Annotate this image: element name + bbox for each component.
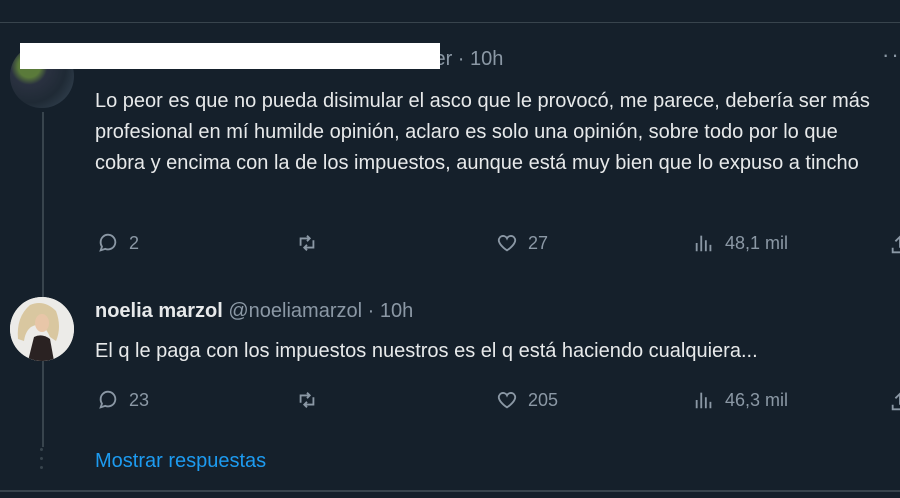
views-button[interactable]: 46,3 mil [693,389,788,411]
more-options-icon[interactable]: ··· [882,42,900,68]
heart-icon [497,392,517,409]
reply-count: 2 [129,232,140,253]
views-icon [695,392,712,409]
retweet-button[interactable] [296,389,328,411]
share-icon[interactable] [889,234,900,256]
reply-count: 23 [129,389,150,410]
views-count: 48,1 mil [725,232,789,253]
like-button[interactable]: 205 [496,389,558,411]
show-replies-link[interactable]: Mostrar respuestas [95,450,266,473]
views-icon [695,235,712,252]
heart-icon [497,235,517,252]
retweet-button[interactable] [296,232,328,254]
like-count: 205 [528,389,559,410]
share-icon[interactable] [889,391,900,413]
handle[interactable]: @noeliamarzol [228,300,362,322]
reply-icon [99,390,117,409]
avatar[interactable] [10,297,74,361]
tweet-text: El q le paga con los impuestos nuestros … [95,340,758,362]
top-divider [0,22,900,23]
timestamp[interactable]: · 10h [368,300,414,322]
reply-button[interactable]: 23 [97,389,149,411]
display-name[interactable]: noelia marzol [95,300,223,322]
retweet-icon [299,392,315,408]
tweet-header: noelia marzol @noeliamarzol · 10h [95,300,413,323]
views-count: 46,3 mil [725,389,789,410]
retweet-icon [299,235,315,251]
avatar-photo [10,297,74,361]
bottom-divider [0,490,900,492]
tweet-text: Lo peor es que no pueda disimular el asc… [95,90,870,174]
reply-icon [99,233,117,252]
redaction-box [20,43,440,69]
thread-dots [40,448,43,469]
tweet-header: ler · 10h [430,48,503,71]
reply-button[interactable]: 2 [97,232,139,254]
views-button[interactable]: 48,1 mil [693,232,788,254]
like-count: 27 [528,232,549,253]
like-button[interactable]: 27 [496,232,548,254]
thread-line [42,112,44,447]
handle-and-time[interactable]: ler · 10h [430,48,503,70]
